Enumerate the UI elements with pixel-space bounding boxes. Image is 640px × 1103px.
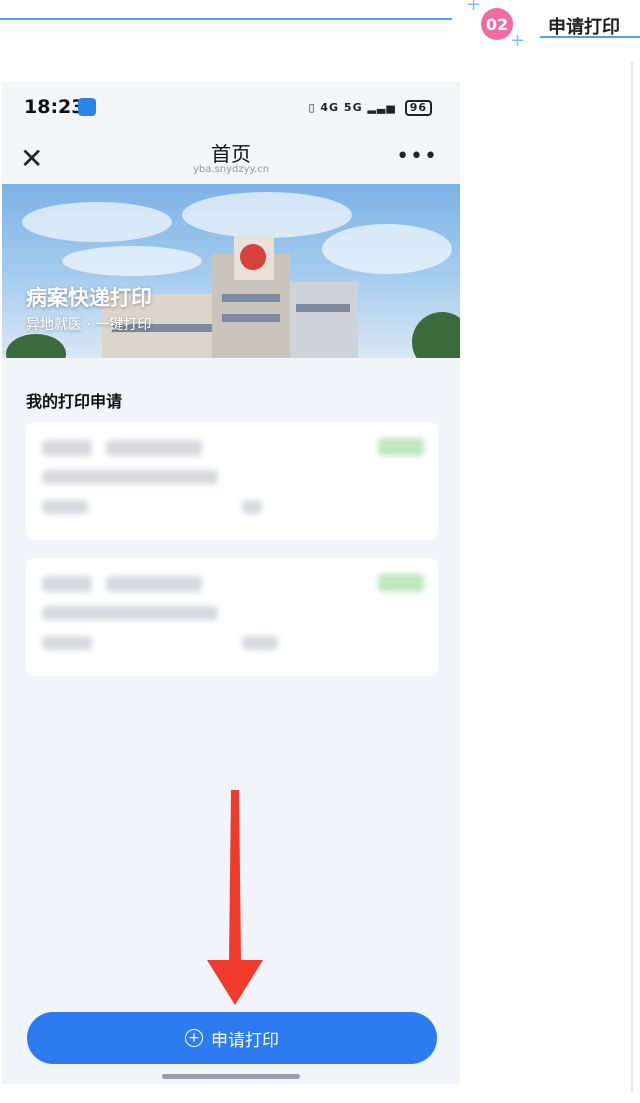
cloud-shape (22, 202, 172, 242)
blurred-text (42, 606, 218, 620)
blurred-text (42, 636, 92, 650)
status-bar: 18:23 ▯ 4G 5G ▂▃▅ 96 (2, 82, 460, 134)
blurred-text (42, 500, 88, 514)
window-strip (222, 314, 280, 322)
battery-icon: 96 (404, 100, 432, 116)
window-strip (296, 304, 350, 312)
cloud-shape (62, 246, 202, 276)
print-request-card[interactable] (26, 558, 438, 676)
blurred-text (242, 500, 262, 514)
network-icon: 4G 5G (320, 101, 363, 114)
apply-print-button[interactable]: + 申请打印 (27, 1012, 437, 1064)
hero-banner: 病案快递打印 异地就医 · 一键打印 (2, 184, 460, 358)
home-indicator (162, 1074, 300, 1079)
banner-subtitle: 异地就医 · 一键打印 (26, 317, 152, 333)
blurred-text (106, 440, 202, 456)
cloud-shape (322, 224, 452, 274)
signal-icon: ▂▃▅ (367, 101, 396, 114)
page-url: yba.snydzyy.cn (192, 164, 270, 175)
section-title: 我的打印申请 (26, 392, 123, 411)
app-indicator-icon (78, 98, 96, 116)
status-badge (378, 574, 424, 592)
plus-decor-icon: + (466, 0, 482, 15)
step-number-badge: 02 (481, 8, 513, 40)
blurred-text (106, 576, 202, 592)
apply-print-label: 申请打印 (211, 1030, 279, 1051)
title-bar: ✕ 首页 yba.snydzyy.cn ••• (2, 134, 460, 184)
blurred-text (42, 440, 92, 456)
more-icon[interactable]: ••• (396, 144, 438, 169)
blurred-text (242, 636, 278, 650)
red-arrow-annotation (207, 790, 263, 1005)
tree-shape (412, 312, 460, 358)
cloud-shape (182, 192, 352, 238)
print-request-card[interactable] (26, 422, 438, 540)
banner-title: 病案快递打印 (26, 286, 152, 310)
vibrate-icon: ▯ (308, 101, 316, 114)
status-time: 18:23 (24, 96, 85, 118)
blurred-text (42, 470, 218, 484)
plus-circle-icon: + (185, 1029, 203, 1047)
step-title: 申请打印 (548, 17, 620, 38)
plus-decor-icon: + (510, 30, 526, 51)
building-shape (288, 282, 358, 358)
page-title: 首页 (211, 142, 251, 166)
header-divider-left (0, 18, 452, 20)
status-badge (378, 438, 424, 456)
window-strip (222, 294, 280, 302)
hospital-logo-icon (240, 244, 266, 270)
blurred-text (42, 576, 92, 592)
side-rule (631, 62, 633, 1092)
status-icons: ▯ 4G 5G ▂▃▅ 96 (308, 100, 432, 116)
tree-shape (6, 334, 66, 358)
